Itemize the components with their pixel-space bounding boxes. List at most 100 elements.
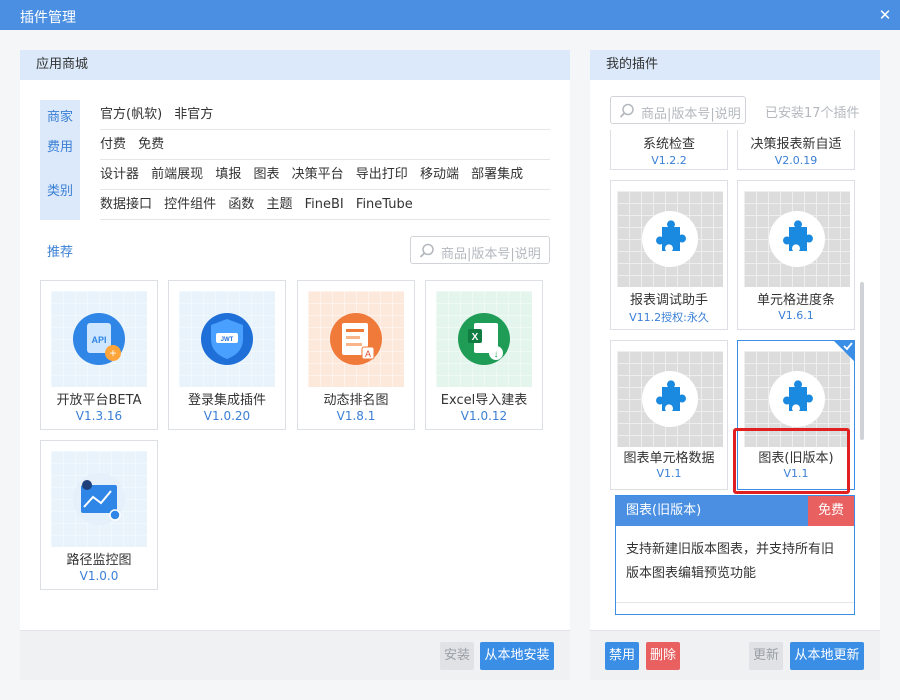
category-filter-row-2: 数据接口 控件组件 函数 主题 FineBI FineTube xyxy=(100,190,550,220)
svg-text:JWT: JWT xyxy=(221,337,234,343)
filter-tab-column: 商家 费用 类别 xyxy=(40,100,80,220)
plugin-card[interactable]: API + 开放平台BETA V1.3.16 xyxy=(40,280,158,430)
filter-tab-merchant[interactable]: 商家 xyxy=(40,106,80,125)
store-panel: 应用商城 商家 费用 类别 官方(帆软) 非官方 付费 免费 设计器 前端展现 … xyxy=(20,50,570,680)
plugin-name: 报表调试助手 xyxy=(629,293,708,308)
map-route-icon xyxy=(51,451,147,547)
my-plugins-search-input[interactable]: 商品|版本号|说明 xyxy=(610,96,746,124)
window-title: 插件管理 xyxy=(20,10,76,26)
svg-text:X: X xyxy=(472,332,479,343)
filter-option-free[interactable]: 免费 xyxy=(138,130,164,160)
plugin-card[interactable]: X ↓ Excel导入建表 V1.0.12 xyxy=(425,280,543,430)
chart-doc-icon: A xyxy=(308,291,404,387)
puzzle-icon xyxy=(617,351,723,447)
local-install-button[interactable]: 从本地安装 xyxy=(480,642,554,670)
plugin-name: 登录集成插件 xyxy=(187,393,266,408)
plugin-version: V1.8.1 xyxy=(336,409,376,423)
update-button[interactable]: 更新 xyxy=(749,642,783,670)
puzzle-icon xyxy=(617,191,723,287)
svg-text:+: + xyxy=(109,346,116,360)
plugin-name: 决策报表新自适 xyxy=(750,137,842,152)
plugin-detail-popover: 图表(旧版本) 免费 支持新建旧版本图表，并支持所有旧版本图表编辑预览功能 xyxy=(615,495,855,615)
filter-option-unofficial[interactable]: 非官方 xyxy=(174,100,213,130)
category-filter-row-1: 设计器 前端展现 填报 图表 决策平台 导出打印 移动端 部署集成 xyxy=(100,160,550,190)
svg-text:API: API xyxy=(91,335,106,345)
category-option[interactable]: 导出打印 xyxy=(356,160,408,190)
plugin-version: V1.0.12 xyxy=(460,409,508,423)
plugin-version: V11.2授权:永久 xyxy=(629,311,709,324)
search-icon xyxy=(619,103,634,118)
plugin-version: V1.2.2 xyxy=(651,154,687,167)
store-header: 应用商城 xyxy=(20,50,570,80)
category-option[interactable]: 部署集成 xyxy=(471,160,523,190)
shield-icon: JWT xyxy=(179,291,275,387)
install-button[interactable]: 安装 xyxy=(440,642,474,670)
plugin-name: 动态排名图 xyxy=(323,393,389,408)
store-footer: 安装 从本地安装 xyxy=(20,630,570,680)
category-option[interactable]: FineBI xyxy=(305,190,344,220)
store-search-input[interactable]: 商品|版本号|说明 xyxy=(410,236,550,264)
api-icon: API + xyxy=(51,291,147,387)
category-option[interactable]: 控件组件 xyxy=(164,190,216,220)
plugin-version: V1.6.1 xyxy=(778,309,814,322)
detail-title: 图表(旧版本) xyxy=(626,503,702,518)
detail-description: 支持新建旧版本图表，并支持所有旧版本图表编辑预览功能 xyxy=(626,542,835,581)
fee-filter-row: 付费 免费 xyxy=(100,130,550,160)
plugin-card[interactable]: JWT 登录集成插件 V1.0.20 xyxy=(168,280,286,430)
category-option[interactable]: 填报 xyxy=(215,160,241,190)
installed-plugin-card[interactable]: 系统检查 V1.2.2 xyxy=(610,130,728,170)
installed-plugin-card[interactable]: 报表调试助手 V11.2授权:永久 xyxy=(610,180,728,330)
plugin-name: 单元格进度条 xyxy=(756,293,835,308)
plugin-name: 系统检查 xyxy=(642,137,695,152)
installed-plugin-card[interactable]: 图表单元格数据 V1.1 xyxy=(610,340,728,490)
fee-badge: 免费 xyxy=(808,496,854,526)
category-option[interactable]: 移动端 xyxy=(420,160,459,190)
category-option[interactable]: 函数 xyxy=(228,190,254,220)
delete-button[interactable]: 删除 xyxy=(646,642,680,670)
puzzle-icon xyxy=(744,191,850,287)
merchant-filter-row: 官方(帆软) 非官方 xyxy=(100,100,550,130)
plugin-name: 路径监控图 xyxy=(66,553,132,568)
category-option[interactable]: 设计器 xyxy=(100,160,139,190)
category-option[interactable]: 主题 xyxy=(266,190,292,220)
filter-option-paid[interactable]: 付费 xyxy=(100,130,126,160)
plugin-version: V1.0.20 xyxy=(203,409,251,423)
plugin-name: 图表单元格数据 xyxy=(623,451,715,466)
my-plugins-scrollbar[interactable] xyxy=(860,282,864,440)
plugin-version: V1.0.0 xyxy=(79,569,119,583)
my-plugins-footer: 禁用 删除 更新 从本地更新 xyxy=(590,630,880,680)
plugin-version: V1.3.16 xyxy=(75,409,123,423)
disable-button[interactable]: 禁用 xyxy=(605,642,639,670)
plugin-name: Excel导入建表 xyxy=(440,393,528,408)
plugin-card[interactable]: A 动态排名图 V1.8.1 xyxy=(297,280,415,430)
plugin-name: 开放平台BETA xyxy=(56,393,142,408)
close-icon[interactable]: ✕ xyxy=(870,0,900,30)
excel-icon: X ↓ xyxy=(436,291,532,387)
selected-check-icon xyxy=(833,340,855,362)
plugin-version: V1.1 xyxy=(656,467,682,480)
search-placeholder: 商品|版本号|说明 xyxy=(441,247,541,262)
search-placeholder: 商品|版本号|说明 xyxy=(641,107,741,122)
category-option[interactable]: 图表 xyxy=(253,160,279,190)
category-option[interactable]: FineTube xyxy=(356,190,413,220)
filter-tab-fee[interactable]: 费用 xyxy=(40,136,80,155)
title-bar: 插件管理 ✕ xyxy=(0,0,900,30)
category-option[interactable]: 决策平台 xyxy=(292,160,344,190)
plugin-card[interactable]: 路径监控图 V1.0.0 xyxy=(40,440,158,590)
category-option[interactable]: 数据接口 xyxy=(100,190,152,220)
filter-option-official[interactable]: 官方(帆软) xyxy=(100,100,162,130)
installed-count: 已安装17个插件 xyxy=(765,106,860,121)
search-icon xyxy=(419,243,434,258)
installed-plugin-card[interactable]: 决策报表新自适 V2.0.19 xyxy=(737,130,855,170)
plugin-version: V2.0.19 xyxy=(774,154,818,167)
category-option[interactable]: 前端展现 xyxy=(151,160,203,190)
detail-header: 图表(旧版本) 免费 xyxy=(616,496,854,526)
recommend-label[interactable]: 推荐 xyxy=(47,241,73,260)
svg-text:↓: ↓ xyxy=(494,349,499,360)
installed-plugin-card[interactable]: 单元格进度条 V1.6.1 xyxy=(737,180,855,330)
my-plugins-header: 我的插件 xyxy=(590,50,880,80)
local-update-button[interactable]: 从本地更新 xyxy=(790,642,864,670)
highlight-box xyxy=(733,428,850,494)
filter-tab-category[interactable]: 类别 xyxy=(40,180,80,199)
svg-text:A: A xyxy=(365,349,371,359)
